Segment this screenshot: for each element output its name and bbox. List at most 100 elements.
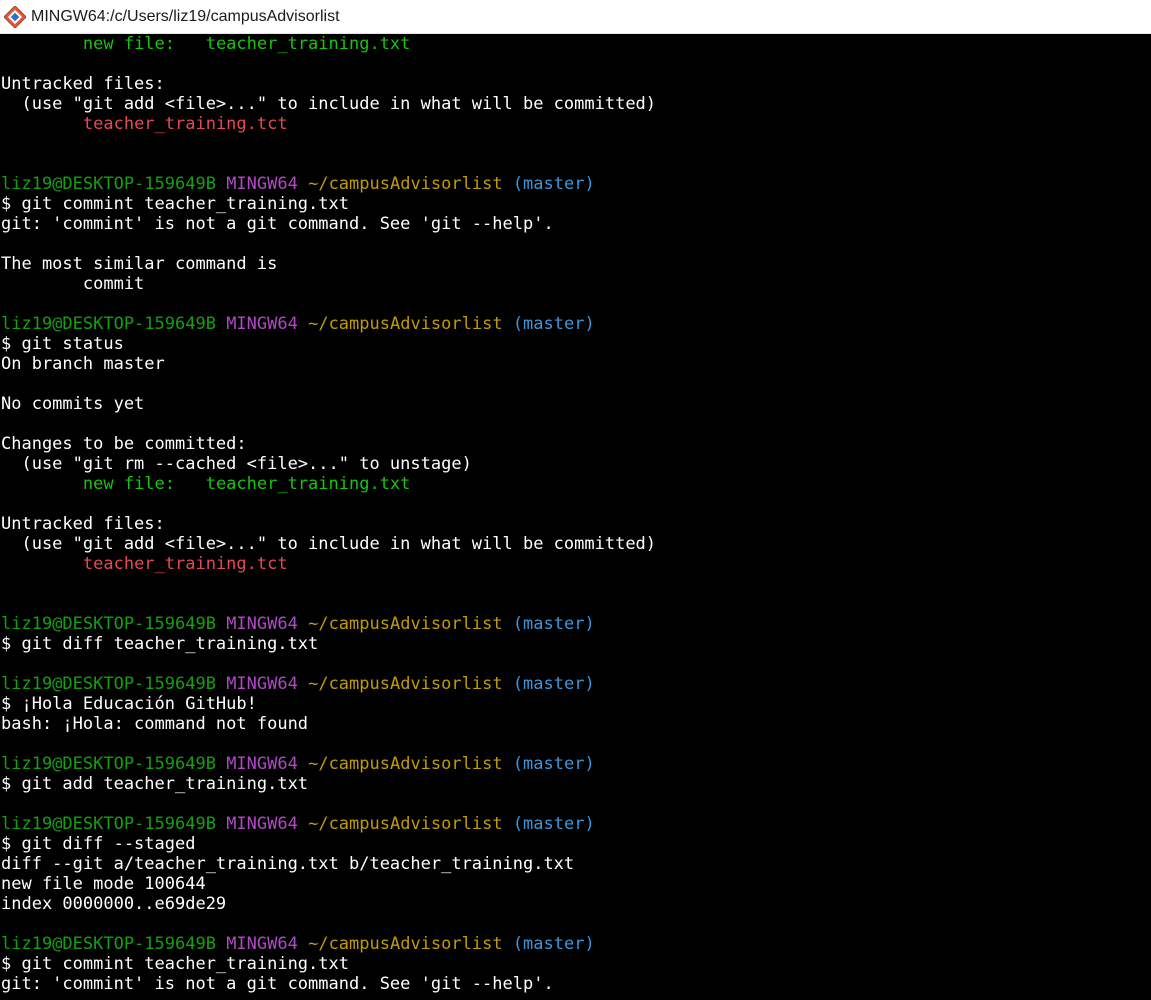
terminal-line: Changes to be committed: — [1, 434, 1151, 454]
terminal-text: No commits yet — [1, 394, 145, 414]
terminal-line: $ git diff teacher_training.txt — [1, 634, 1151, 654]
terminal-line: bash: ¡Hola: command not found — [1, 714, 1151, 734]
terminal-output[interactable]: new file: teacher_training.txt Untracked… — [0, 34, 1151, 1000]
terminal-text: ~/campusAdvisorlist — [308, 814, 503, 834]
terminal-line: Untracked files: — [1, 514, 1151, 534]
terminal-text: liz19@DESKTOP-159649B — [1, 814, 216, 834]
terminal-text: $ git diff --staged — [1, 834, 196, 854]
terminal-text: (master) — [512, 754, 595, 774]
terminal-line: commit — [1, 274, 1151, 294]
terminal-line: $ git status — [1, 334, 1151, 354]
terminal-text: liz19@DESKTOP-159649B — [1, 314, 216, 334]
terminal-text: liz19@DESKTOP-159649B — [1, 674, 216, 694]
terminal-text: Changes to be committed: — [1, 434, 247, 454]
terminal-line: teacher_training.tct — [1, 554, 1151, 574]
terminal-text: git: 'commint' is not a git command. See… — [1, 974, 554, 994]
terminal-text: (use "git add <file>..." to include in w… — [1, 94, 657, 114]
terminal-line: (use "git add <file>..." to include in w… — [1, 534, 1151, 554]
terminal-line: teacher_training.tct — [1, 114, 1151, 134]
terminal-text: (master) — [512, 314, 595, 334]
terminal-text: liz19@DESKTOP-159649B — [1, 614, 216, 634]
terminal-text: ~/campusAdvisorlist — [308, 934, 503, 954]
terminal-text: MINGW64 — [226, 754, 298, 774]
terminal-line: Untracked files: — [1, 74, 1151, 94]
terminal-line: liz19@DESKTOP-159649B MINGW64 ~/campusAd… — [1, 614, 1151, 634]
terminal-text: $ git status — [1, 334, 124, 354]
terminal-text: (master) — [512, 674, 595, 694]
terminal-text: $ git diff teacher_training.txt — [1, 634, 319, 654]
terminal-line: liz19@DESKTOP-159649B MINGW64 ~/campusAd… — [1, 174, 1151, 194]
window-title: MINGW64:/c/Users/liz19/campusAdvisorlist — [31, 7, 340, 25]
terminal-text: ~/campusAdvisorlist — [308, 614, 503, 634]
terminal-text: MINGW64 — [226, 934, 298, 954]
terminal-line: $ git diff --staged — [1, 834, 1151, 854]
terminal-text: teacher_training.tct — [82, 114, 288, 134]
terminal-text: commit — [1, 274, 145, 294]
terminal-text: MINGW64 — [226, 814, 298, 834]
terminal-line: liz19@DESKTOP-159649B MINGW64 ~/campusAd… — [1, 754, 1151, 774]
terminal-line: liz19@DESKTOP-159649B MINGW64 ~/campusAd… — [1, 814, 1151, 834]
terminal-text: diff --git a/teacher_training.txt b/teac… — [1, 854, 575, 874]
terminal-text: liz19@DESKTOP-159649B — [1, 174, 216, 194]
terminal-line: $ ¡Hola Educación GitHub! — [1, 694, 1151, 714]
terminal-line: new file: teacher_training.txt — [1, 34, 1151, 54]
terminal-text: (use "git add <file>..." to include in w… — [1, 534, 657, 554]
terminal-text: liz19@DESKTOP-159649B — [1, 934, 216, 954]
terminal-line: git: 'commint' is not a git command. See… — [1, 214, 1151, 234]
terminal-line: $ git commint teacher_training.txt — [1, 194, 1151, 214]
terminal-text: ~/campusAdvisorlist — [308, 674, 503, 694]
terminal-line: (use "git rm --cached <file>..." to unst… — [1, 454, 1151, 474]
terminal-text: Untracked files: — [1, 74, 165, 94]
terminal-text: new file: teacher_training.txt — [82, 34, 411, 54]
git-bash-icon — [3, 4, 27, 29]
terminal-text: MINGW64 — [226, 314, 298, 334]
terminal-text: (master) — [512, 174, 595, 194]
terminal-text: new file: teacher_training.txt — [82, 474, 411, 494]
terminal-line: $ git add teacher_training.txt — [1, 774, 1151, 794]
terminal-line: new file mode 100644 — [1, 874, 1151, 894]
terminal-text: index 0000000..e69de29 — [1, 894, 227, 914]
terminal-line: new file: teacher_training.txt — [1, 474, 1151, 494]
terminal-text: teacher_training.tct — [82, 554, 288, 574]
terminal-text: (master) — [512, 614, 595, 634]
terminal-text: Untracked files: — [1, 514, 165, 534]
terminal-text: MINGW64 — [226, 174, 298, 194]
terminal-text: ~/campusAdvisorlist — [308, 314, 503, 334]
terminal-text: (use "git rm --cached <file>..." to unst… — [1, 454, 472, 474]
terminal-text: On branch master — [1, 354, 165, 374]
terminal-line: liz19@DESKTOP-159649B MINGW64 ~/campusAd… — [1, 934, 1151, 954]
terminal-line: diff --git a/teacher_training.txt b/teac… — [1, 854, 1151, 874]
terminal-text: $ git commint teacher_training.txt — [1, 954, 349, 974]
terminal-text: ~/campusAdvisorlist — [308, 754, 503, 774]
terminal-line: $ git commint teacher_training.txt — [1, 954, 1151, 974]
terminal-text: (master) — [512, 934, 595, 954]
